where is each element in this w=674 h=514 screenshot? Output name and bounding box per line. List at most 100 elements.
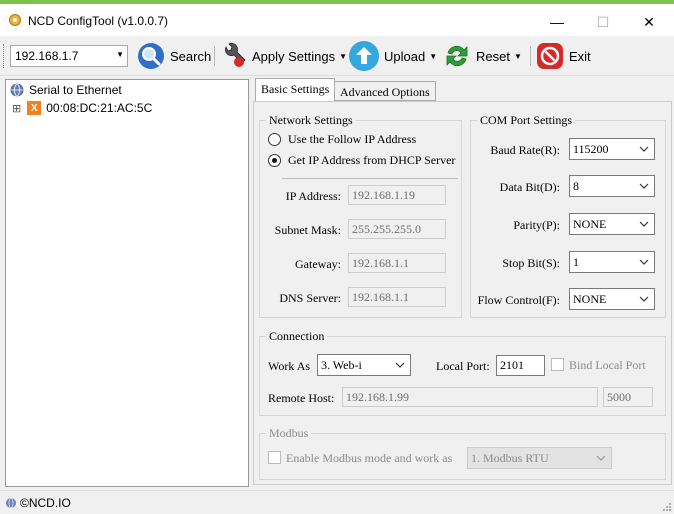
device-badge-icon: X: [27, 101, 42, 115]
settings-tabs: Advanced Options Basic Settings: [253, 78, 674, 101]
title-bar: NCD ConfigTool (v1.0.0.7) — ☐ ✕: [0, 4, 674, 36]
search-icon: [138, 43, 164, 69]
data-bit-label: Data Bit(D):: [499, 180, 560, 194]
wrench-icon: [225, 43, 246, 67]
work-as-select[interactable]: 3. Web-i: [317, 354, 411, 376]
apply-settings-label: Apply Settings: [252, 48, 336, 64]
minimize-button[interactable]: —: [534, 8, 580, 36]
chevron-down-icon: [639, 296, 649, 302]
gateway-label: Gateway:: [295, 257, 341, 271]
subnet-mask-label: Subnet Mask:: [274, 223, 341, 237]
chevron-down-icon: [639, 146, 649, 152]
ip-combo-value: 192.168.1.7: [15, 49, 79, 63]
modbus-group: Modbus Enable Modbus mode and work as 1.…: [259, 426, 666, 480]
chevron-down-icon: [639, 183, 649, 189]
reset-button[interactable]: Reset ▼: [442, 41, 522, 71]
chevron-down-icon: ▼: [116, 50, 124, 59]
dns-server-label: DNS Server:: [279, 291, 341, 305]
app-gear-icon: [9, 14, 21, 26]
work-as-label: Work As: [268, 359, 311, 373]
reset-icon: [446, 45, 468, 67]
status-network-icon: [6, 497, 16, 509]
exit-button[interactable]: Exit: [535, 41, 591, 71]
upload-arrow-icon: [349, 41, 379, 71]
ip-address-combo[interactable]: 192.168.1.7 ▼: [10, 45, 128, 67]
network-settings-title: Network Settings: [266, 113, 356, 128]
device-tree[interactable]: Serial to Ethernet ⊞ X 00:08:DC:21:AC:5C: [5, 79, 249, 487]
tree-root-item[interactable]: Serial to Ethernet: [10, 83, 122, 97]
stop-bit-label: Stop Bit(S):: [502, 256, 560, 270]
baud-rate-select[interactable]: 115200: [569, 138, 655, 160]
baud-rate-value: 115200: [573, 142, 609, 156]
tree-root-label: Serial to Ethernet: [29, 83, 122, 97]
enable-modbus-checkbox[interactable]: [268, 451, 281, 464]
chevron-down-icon: [596, 455, 606, 461]
work-as-value: 3. Web-i: [321, 358, 362, 372]
use-follow-ip-label: Use the Follow IP Address: [288, 132, 417, 146]
window-title: NCD ConfigTool (v1.0.0.7): [28, 14, 169, 28]
status-bar: ©NCD.IO: [0, 490, 674, 514]
close-button[interactable]: ✕: [626, 8, 672, 36]
chevron-down-icon: [395, 362, 405, 368]
modbus-mode-value: 1. Modbus RTU: [471, 451, 549, 465]
ip-address-field[interactable]: 192.168.1.19: [348, 185, 446, 205]
remote-host-field[interactable]: 192.168.1.99: [342, 387, 598, 407]
upload-dropdown-icon[interactable]: ▼: [429, 52, 437, 61]
chevron-down-icon: [639, 221, 649, 227]
flow-control-label: Flow Control(F):: [477, 293, 560, 307]
toolbar: 192.168.1.7 ▼ Search Apply Settings ▼ Up…: [0, 36, 674, 76]
toolbar-separator: [214, 46, 215, 66]
stop-bit-value: 1: [573, 255, 579, 269]
bind-local-port-label: Bind Local Port: [569, 358, 646, 372]
tab-advanced-options[interactable]: Advanced Options: [334, 81, 436, 101]
data-bit-value: 8: [573, 179, 579, 193]
subnet-mask-field[interactable]: 255.255.255.0: [348, 219, 446, 239]
connection-group: Connection Work As 3. Web-i Local Port: …: [259, 329, 666, 416]
tree-device-item[interactable]: ⊞ X 00:08:DC:21:AC:5C: [12, 101, 152, 115]
baud-rate-label: Baud Rate(R):: [490, 143, 560, 157]
flow-control-select[interactable]: NONE: [569, 288, 655, 310]
dhcp-radio[interactable]: [268, 154, 281, 167]
flow-control-value: NONE: [573, 292, 607, 306]
local-port-field[interactable]: 2101: [496, 355, 545, 376]
com-port-settings-group: COM Port Settings Baud Rate(R): 115200 D…: [470, 113, 666, 318]
search-label: Search: [170, 48, 212, 64]
tab-basic-settings[interactable]: Basic Settings: [255, 78, 336, 101]
status-text: ©NCD.IO: [20, 496, 71, 510]
upload-button[interactable]: Upload ▼: [348, 41, 437, 71]
stop-bit-select[interactable]: 1: [569, 251, 655, 273]
network-globe-icon: [10, 83, 24, 97]
apply-settings-dropdown-icon[interactable]: ▼: [339, 52, 347, 61]
parity-value: NONE: [573, 217, 607, 231]
remote-port-field[interactable]: 5000: [603, 387, 653, 407]
reset-dropdown-icon[interactable]: ▼: [514, 52, 522, 61]
bind-local-port-checkbox[interactable]: [551, 358, 564, 371]
ip-address-label: IP Address:: [285, 189, 341, 203]
maximize-button[interactable]: ☐: [580, 8, 626, 36]
remote-host-label: Remote Host:: [268, 391, 335, 405]
data-bit-select[interactable]: 8: [569, 175, 655, 197]
gateway-field[interactable]: 192.168.1.1: [348, 253, 446, 273]
dns-server-field[interactable]: 192.168.1.1: [348, 287, 446, 307]
reset-label: Reset: [476, 48, 510, 64]
toolbar-separator: [530, 46, 531, 66]
com-port-settings-title: COM Port Settings: [477, 113, 576, 128]
tree-expand-icon[interactable]: ⊞: [12, 102, 21, 115]
upload-label: Upload: [384, 48, 426, 64]
modbus-mode-select[interactable]: 1. Modbus RTU: [467, 447, 612, 469]
use-follow-ip-radio[interactable]: [268, 133, 281, 146]
parity-label: Parity(P):: [513, 218, 560, 232]
apply-settings-button[interactable]: Apply Settings ▼: [218, 41, 347, 71]
local-port-label: Local Port:: [436, 359, 490, 373]
resize-grip-icon[interactable]: [662, 502, 672, 512]
basic-settings-page: Network Settings Use the Follow IP Addre…: [253, 101, 672, 485]
parity-select[interactable]: NONE: [569, 213, 655, 235]
exit-icon: [537, 43, 563, 69]
network-settings-group: Network Settings Use the Follow IP Addre…: [259, 113, 462, 318]
device-mac-label: 00:08:DC:21:AC:5C: [46, 101, 153, 115]
connection-title: Connection: [266, 329, 328, 344]
modbus-title: Modbus: [266, 426, 312, 441]
divider: [282, 178, 458, 179]
search-button[interactable]: Search: [136, 41, 211, 71]
exit-label: Exit: [569, 48, 591, 64]
